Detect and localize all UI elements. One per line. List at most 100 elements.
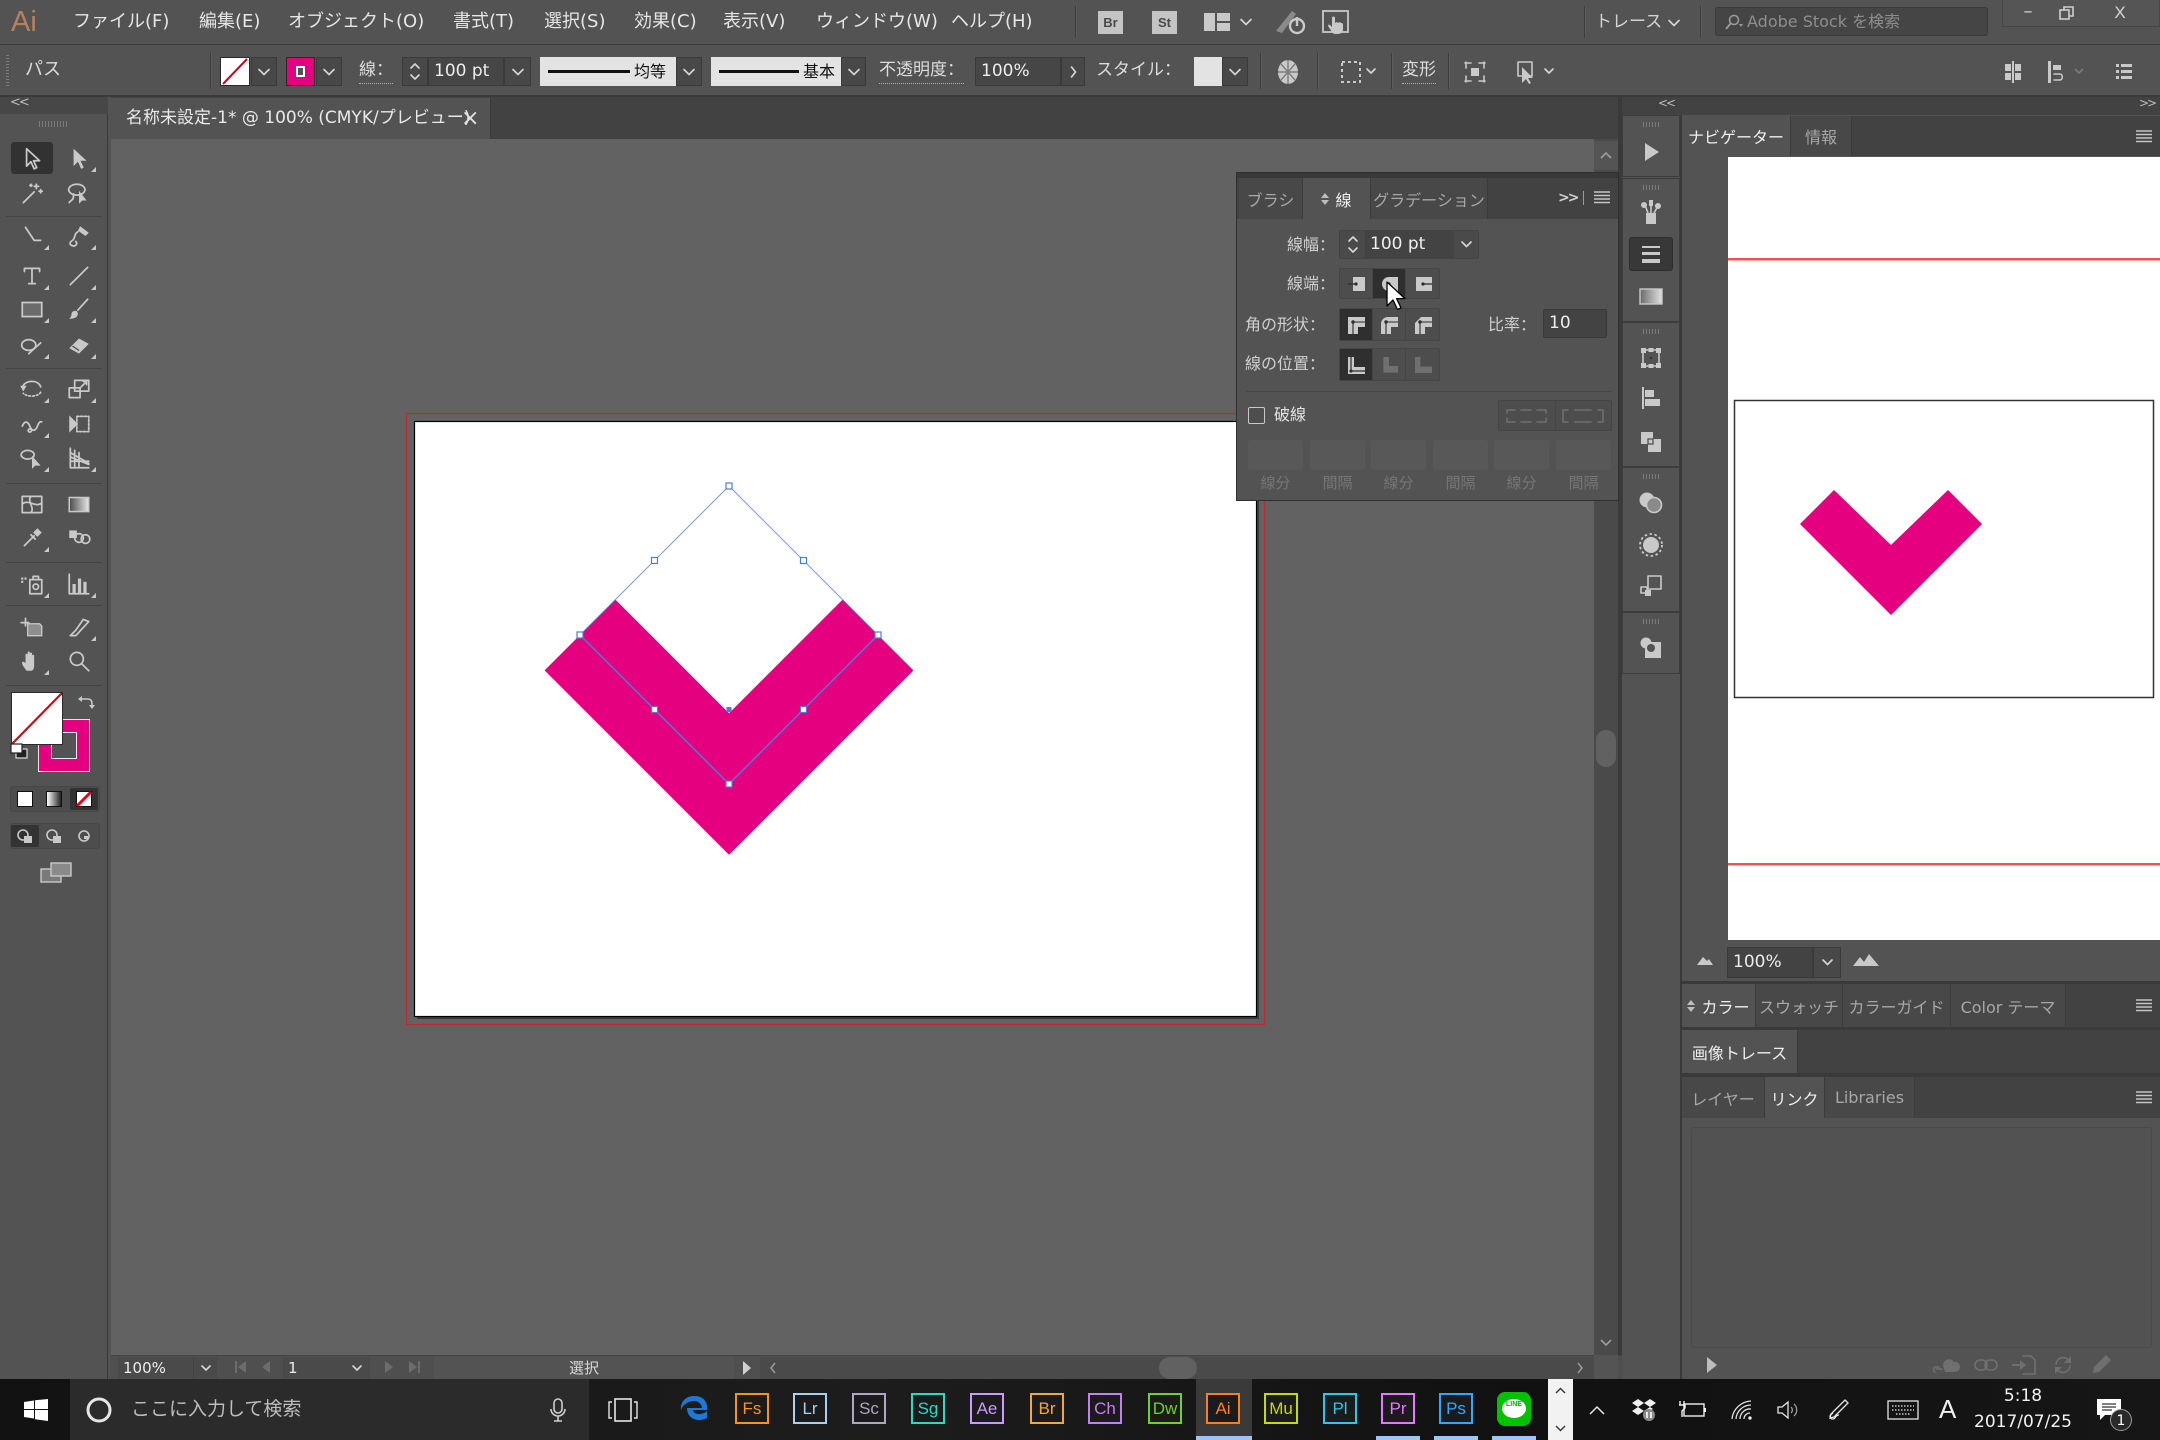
handle-top-right[interactable] [799,556,808,565]
handle-bottom-left[interactable] [650,705,659,714]
sync-settings-button[interactable] [1273,8,1311,36]
dash-align-corners-button[interactable] [1556,401,1612,430]
taskbar-app-muse[interactable]: Mu [1264,1393,1298,1424]
profile-dropdown[interactable] [676,57,702,86]
taskbar-search-box[interactable]: ここに入力して検索 [70,1379,589,1440]
power-tray-icon[interactable] [1678,1395,1706,1425]
panel-menu-icon[interactable] [2136,999,2152,1012]
volume-tray-icon[interactable] [1776,1395,1802,1425]
stroke-label[interactable]: 線： [359,58,393,84]
none-mode-button[interactable] [70,788,98,810]
control-bar-menu-button[interactable] [2110,57,2138,86]
opacity-label[interactable]: 不透明度： [879,58,964,84]
taskbar-scroll-up-button[interactable] [1555,1387,1566,1394]
tool-mesh[interactable] [11,488,53,520]
taskbar-app-fuse[interactable]: Fs [735,1393,769,1424]
align-options-button[interactable] [2000,57,2026,86]
arrange-documents-button[interactable] [1199,10,1257,34]
stroke-dropdown[interactable] [316,57,342,86]
links-list[interactable] [1691,1127,2152,1348]
panel-icon-stroke[interactable] [1629,237,1673,271]
opacity-slider-button[interactable] [1061,57,1085,86]
align-center-button[interactable] [1340,349,1373,380]
tool-width[interactable] [11,408,53,440]
scroll-left-button[interactable] [769,1362,777,1374]
status-zoom-input[interactable]: 100% [118,1357,194,1379]
graphic-style-swatch[interactable] [1194,57,1222,86]
first-artboard-button[interactable] [233,1359,249,1375]
taskbar-app-character-animator[interactable]: Ch [1088,1393,1122,1424]
workspace-switcher[interactable]: トレース [1592,6,1692,38]
handle-bottom-right[interactable] [799,705,808,714]
panel-icon-actions[interactable] [1629,135,1673,169]
recolor-artwork-button[interactable] [1274,57,1302,86]
distribute-options-button[interactable] [2040,57,2090,86]
tool-shaper[interactable] [11,329,53,361]
fill-swatch[interactable] [220,57,250,86]
vertical-scroll-thumb[interactable] [1596,730,1616,767]
scroll-right-button[interactable] [1576,1362,1584,1374]
menu-help[interactable]: ヘルプ(H) [951,0,1033,44]
brush-definition[interactable]: 基本 [711,57,841,86]
align-outside-button[interactable] [1406,349,1439,380]
control-bar-grip[interactable] [6,55,9,87]
stroke-swatch[interactable] [286,57,315,86]
zoom-out-mountain-icon[interactable] [1697,956,1713,965]
dashed-line-checkbox[interactable] [1248,407,1265,424]
handle-top-left[interactable] [650,556,659,565]
dash-field-2[interactable] [1371,440,1426,470]
taskbar-clock[interactable]: 5:18 2017/07/25 [1968,1383,2078,1437]
tool-lasso[interactable] [58,178,100,210]
handle-bottom[interactable] [725,780,733,788]
panel-icon-symbols[interactable] [1629,631,1673,665]
stock-button[interactable]: St [1152,11,1177,34]
tab-color-themes[interactable]: Color テーマ [1951,984,2066,1027]
tool-eyedropper[interactable] [11,522,53,554]
group-grip[interactable] [1643,122,1661,127]
tool-zoom[interactable] [58,645,100,677]
isolate-selected-button[interactable] [1461,57,1489,86]
tool-free-transform[interactable] [58,408,100,440]
artboard-number-input[interactable]: 1 [283,1357,343,1379]
select-similar-button[interactable] [1336,57,1380,86]
document-tab[interactable]: 名称未設定-1* @ 100% (CMYK/プレビュー) × [111,98,491,139]
wifi-tray-icon[interactable] [1730,1395,1754,1425]
panel-menu-icon[interactable] [2136,1091,2152,1104]
toolbox-fill-box[interactable] [11,692,63,745]
handle-left[interactable] [576,631,584,639]
panel-icon-align[interactable] [1629,381,1673,415]
miter-limit-input[interactable]: 10 [1543,309,1607,338]
tool-column-graph[interactable] [58,568,100,600]
handle-top[interactable] [725,482,733,490]
tool-magic-wand[interactable] [11,178,53,210]
dash-preserve-button[interactable] [1499,401,1556,430]
tool-direct-selection[interactable] [58,142,100,174]
round-join-button[interactable] [1373,309,1406,340]
tool-shape-builder[interactable] [11,442,53,474]
taskbar-app-dreamweaver[interactable]: Dw [1148,1393,1182,1424]
tab-info[interactable]: 情報 [1791,116,1852,156]
projecting-cap-button[interactable] [1406,269,1439,298]
navigator-zoom-dropdown[interactable] [1813,947,1841,978]
taskbar-app-scout[interactable]: Sc [852,1393,886,1424]
horizontal-scrollbar[interactable] [760,1357,1594,1379]
dash-field-1[interactable] [1248,440,1303,470]
tab-stroke[interactable]: 線 [1303,178,1371,219]
tool-line-segment[interactable] [58,260,100,292]
panel-icon-pathfinder[interactable] [1629,425,1673,459]
scroll-down-button[interactable] [1594,1331,1618,1353]
tool-hand[interactable] [11,645,53,677]
horizontal-scroll-thumb[interactable] [1159,1357,1197,1379]
microphone-icon[interactable] [550,1398,566,1422]
show-link-info-button[interactable] [1706,1357,1718,1373]
menu-view[interactable]: 表示(V) [723,0,785,44]
gradient-mode-button[interactable] [41,788,67,810]
tool-slice[interactable] [58,611,100,643]
collapse-dock-button[interactable]: >> [2139,96,2157,110]
next-artboard-button[interactable] [381,1359,397,1375]
tool-artboard[interactable] [11,611,53,643]
menu-effect[interactable]: 効果(C) [634,0,697,44]
fill-dropdown[interactable] [251,57,277,86]
stroke-weight-dropdown[interactable] [1454,231,1478,258]
action-center-button[interactable]: 1 [2096,1398,2134,1432]
